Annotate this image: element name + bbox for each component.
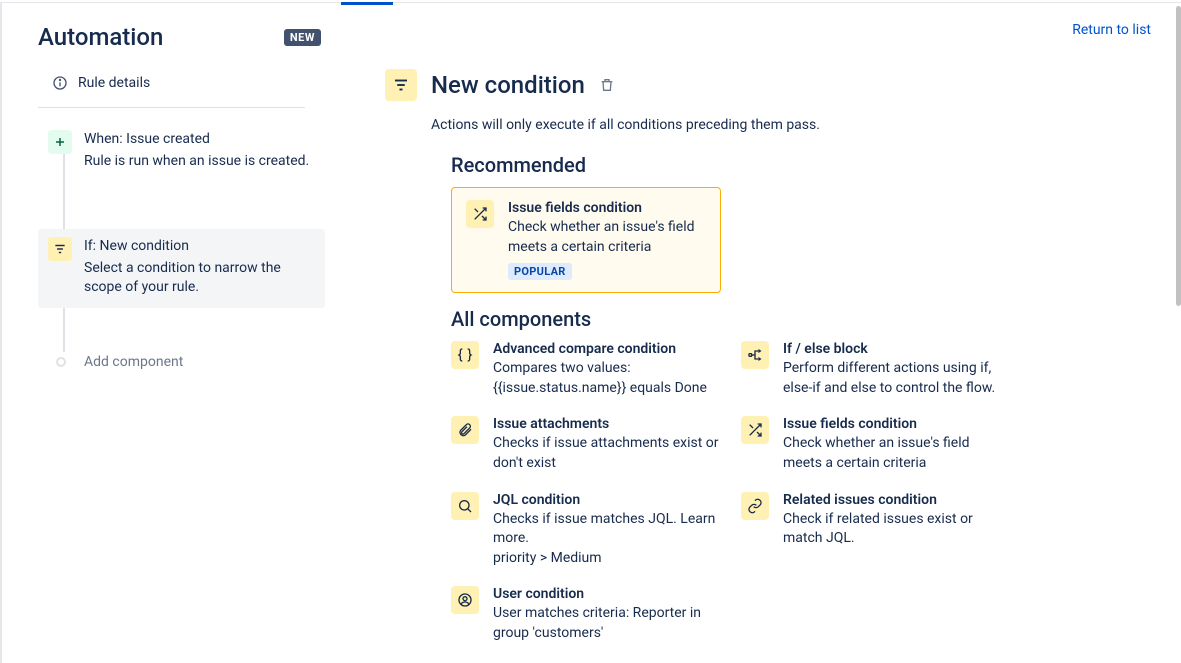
return-to-list-link[interactable]: Return to list [1072,22,1151,38]
component-desc: Checks if issue attachments exist or don… [493,434,721,473]
component-card[interactable]: Advanced compare condition Compares two v… [451,341,721,398]
component-title: User condition [493,586,721,602]
filter-icon [48,237,72,261]
main-title: New condition [431,71,585,99]
timeline-dot-icon [56,357,66,367]
component-title: Issue attachments [493,416,721,432]
component-desc: Check if related issues exist or match J… [783,510,1011,549]
component-title: If / else block [783,341,1011,357]
timeline-step-condition[interactable]: If: New condition Select a condition to … [38,229,325,308]
shuffle-icon [741,416,769,444]
timeline-step-trigger[interactable]: When: Issue created Rule is run when an … [38,122,325,181]
user-icon [451,586,479,614]
recommended-card[interactable]: Issue fields condition Check whether an … [451,187,721,293]
search-icon [451,492,479,520]
component-card[interactable]: User condition User matches criteria: Rep… [451,586,721,643]
component-card[interactable]: Issue fields condition Check whether an i… [741,416,1011,473]
rule-details-button[interactable]: Rule details [18,59,325,107]
filter-icon [385,69,417,101]
add-component-label: Add component [84,354,183,370]
component-title: Issue fields condition [508,200,706,216]
step-title: When: Issue created [84,130,309,150]
step-title: If: New condition [84,237,315,257]
component-desc: Checks if issue matches JQL. Learn more.… [493,510,721,569]
component-card[interactable]: Related issues condition Check if related… [741,492,1011,569]
component-title: JQL condition [493,492,721,508]
attachment-icon [451,416,479,444]
recommended-heading: Recommended [451,153,1151,177]
component-desc: Check whether an issue's field meets a c… [783,434,1011,473]
component-title: Issue fields condition [783,416,1011,432]
component-desc: Perform different actions using if, else… [783,359,1011,398]
page-title: Automation [38,23,274,51]
branch-icon [741,341,769,369]
rule-details-label: Rule details [78,75,150,91]
step-desc: Select a condition to narrow the scope o… [84,259,315,298]
component-desc: Check whether an issue's field meets a c… [508,218,706,257]
component-desc: User matches criteria: Reporter in group… [493,604,721,643]
popular-badge: POPULAR [508,263,572,280]
braces-icon [451,341,479,369]
step-desc: Rule is run when an issue is created. [84,152,309,172]
plus-icon [48,130,72,154]
add-component-button[interactable]: Add component [38,348,325,378]
new-badge: NEW [284,29,321,46]
component-title: Advanced compare condition [493,341,721,357]
component-card[interactable]: JQL condition Checks if issue matches JQL… [451,492,721,569]
delete-button[interactable] [599,77,615,93]
shuffle-icon [466,200,494,228]
scrollbar[interactable] [1176,6,1181,663]
main-subtitle: Actions will only execute if all conditi… [431,117,1151,133]
component-desc: Compares two values: {{issue.status.name… [493,359,721,398]
component-card[interactable]: If / else block Perform different actions… [741,341,1011,398]
link-icon [741,492,769,520]
all-components-heading: All components [451,307,1151,331]
info-icon [52,75,68,91]
component-title: Related issues condition [783,492,1011,508]
component-card[interactable]: Issue attachments Checks if issue attachm… [451,416,721,473]
